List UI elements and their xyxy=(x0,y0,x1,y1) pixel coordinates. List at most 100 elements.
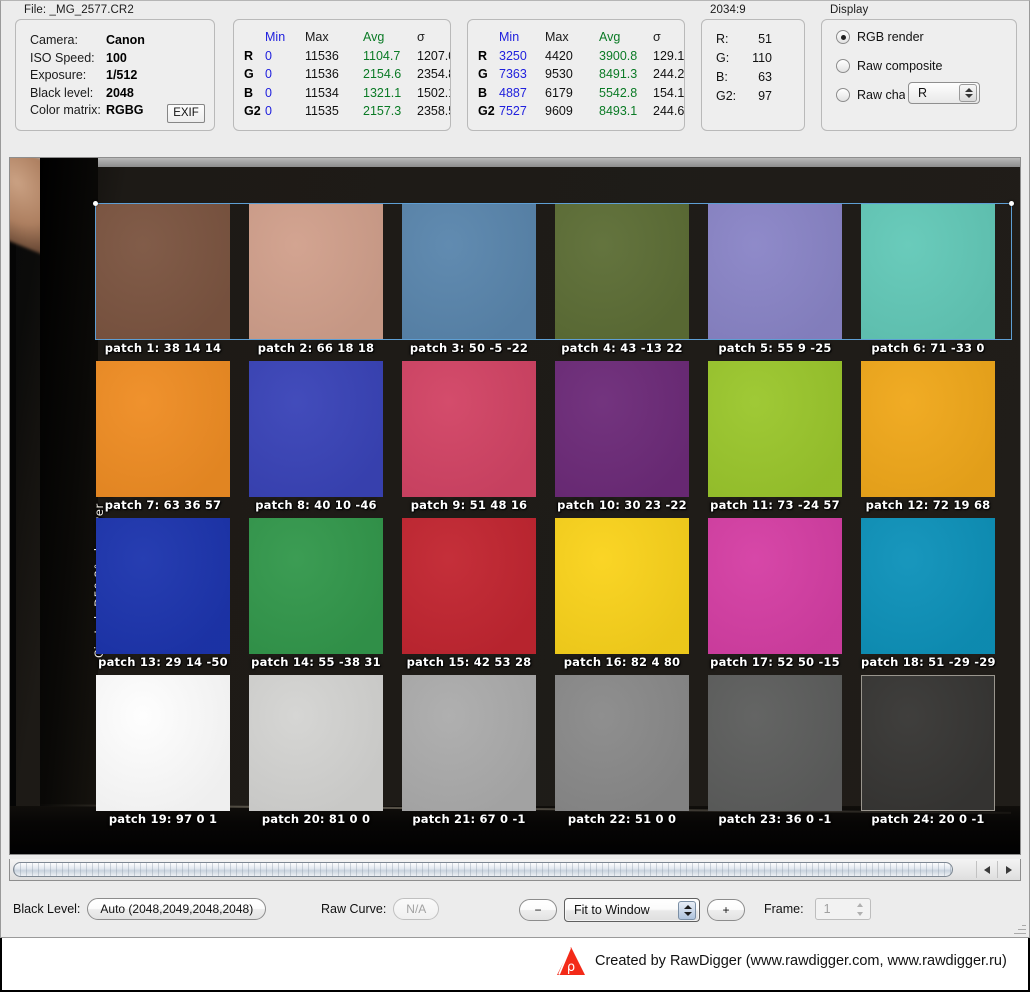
color-matrix-label: Color matrix: xyxy=(30,103,101,117)
patch-label: patch 13: 29 14 -50 xyxy=(98,655,228,669)
color-patch-14[interactable]: patch 14: 55 -38 31 xyxy=(249,518,383,669)
raw-channel-select[interactable]: R xyxy=(908,82,980,104)
selection-stats-row: G 7363 9530 8491.3 244.2 xyxy=(478,65,684,84)
raw-curve-button[interactable]: N/A xyxy=(393,898,440,920)
black-level-button[interactable]: Auto (2048,2049,2048,2048) xyxy=(87,898,267,920)
patch-swatch xyxy=(402,675,536,811)
min-value: 0 xyxy=(265,48,272,63)
raw-curve-label: Raw Curve: xyxy=(321,902,387,916)
color-patch-18[interactable]: patch 18: 51 -29 -29 xyxy=(861,518,995,669)
patch-label: patch 1: 38 14 14 xyxy=(104,341,222,355)
zoom-control: − Fit to Window + xyxy=(519,898,745,922)
color-patch-20[interactable]: patch 20: 81 0 0 xyxy=(249,675,383,826)
max-header: Max xyxy=(305,30,329,44)
scrollbar-thumb[interactable] xyxy=(13,862,953,877)
footer-left-border xyxy=(0,938,2,992)
stepper-icon xyxy=(854,900,868,919)
selection-stats-row: G2 7527 9609 8493.1 244.6 xyxy=(478,102,685,121)
scroll-right-icon[interactable] xyxy=(997,861,1018,878)
patch-label: patch 6: 71 -33 0 xyxy=(871,341,985,355)
radio-raw-channel[interactable]: Raw cha xyxy=(836,88,905,102)
frame-number-input[interactable]: 1 xyxy=(814,898,871,920)
avg-value: 2157.3 xyxy=(363,104,402,118)
color-patch-23[interactable]: patch 23: 36 0 -1 xyxy=(708,675,842,826)
patch-label: patch 17: 52 50 -15 xyxy=(710,655,840,669)
horizontal-scrollbar[interactable] xyxy=(9,859,1021,881)
patch-swatch xyxy=(708,204,842,340)
photo-top-strip xyxy=(10,158,1020,167)
patch-swatch xyxy=(402,361,536,497)
min-value: 7527 xyxy=(499,104,527,118)
sigma-value: 154.1 xyxy=(653,85,685,100)
patch-label: patch 16: 82 4 80 xyxy=(563,655,681,669)
patch-label: patch 15: 42 53 28 xyxy=(406,655,532,669)
color-patch-11[interactable]: patch 11: 73 -24 57 xyxy=(708,361,842,512)
channel-label: G2 xyxy=(244,104,261,118)
sigma-value: 244.6 xyxy=(653,104,685,118)
exif-button[interactable]: EXIF xyxy=(167,104,205,123)
avg-header: Avg xyxy=(599,30,621,44)
raw-channel-value: R xyxy=(918,86,928,100)
color-patch-3[interactable]: patch 3: 50 -5 -22 xyxy=(402,204,536,355)
zoom-level-select[interactable]: Fit to Window xyxy=(564,898,700,922)
color-patch-7[interactable]: patch 7: 63 36 57 xyxy=(96,361,230,512)
color-patch-2[interactable]: patch 2: 66 18 18 xyxy=(249,204,383,355)
patch-swatch xyxy=(96,204,230,340)
patch-swatch xyxy=(249,204,383,340)
patch-label: patch 24: 20 0 -1 xyxy=(871,812,985,826)
color-patch-9[interactable]: patch 9: 51 48 16 xyxy=(402,361,536,512)
color-patch-13[interactable]: patch 13: 29 14 -50 xyxy=(96,518,230,669)
radio-button-icon xyxy=(836,30,850,44)
radio-rgb-render[interactable]: RGB render xyxy=(836,30,924,44)
patch-label: patch 22: 51 0 0 xyxy=(567,812,677,826)
scroll-left-icon[interactable] xyxy=(976,861,997,878)
sigma-value: 1207.0 xyxy=(417,48,450,63)
color-patch-24[interactable]: patch 24: 20 0 -1 xyxy=(861,675,995,826)
color-patch-17[interactable]: patch 17: 52 50 -15 xyxy=(708,518,842,669)
patch-swatch xyxy=(96,518,230,654)
patch-swatch xyxy=(402,204,536,340)
color-patch-6[interactable]: patch 6: 71 -33 0 xyxy=(861,204,995,355)
resize-grip[interactable] xyxy=(1013,922,1026,935)
black-level-label: Black Level: xyxy=(13,902,81,916)
color-patch-1[interactable]: patch 1: 38 14 14 xyxy=(96,204,230,355)
color-patch-12[interactable]: patch 12: 72 19 68 xyxy=(861,361,995,512)
color-patch-16[interactable]: patch 16: 82 4 80 xyxy=(555,518,689,669)
patch-label: patch 23: 36 0 -1 xyxy=(718,812,832,826)
channel-label: R xyxy=(478,48,488,63)
iso-value: 100 xyxy=(106,50,127,65)
color-patch-8[interactable]: patch 8: 40 10 -46 xyxy=(249,361,383,512)
frame-control: Frame: 1 xyxy=(764,898,871,920)
patch-label: patch 18: 51 -29 -29 xyxy=(861,655,996,669)
patch-label: patch 10: 30 23 -22 xyxy=(557,498,687,512)
image-viewport[interactable]: Lab values Cie Lab D50 2° observer valeu… xyxy=(9,157,1021,855)
patch-swatch xyxy=(402,518,536,654)
zoom-in-button[interactable]: + xyxy=(707,899,745,921)
image-stats-group: Image 5202x3465 Min Max Avg σ R 0 11536 … xyxy=(233,19,451,131)
file-info-group: File: _MG_2577.CR2 Camera: Canon ISO Spe… xyxy=(15,4,215,131)
image-stats-table: Min Max Avg σ R 0 11536 1104.7 1207.0 G xyxy=(244,28,450,121)
patch-label: patch 7: 63 36 57 xyxy=(104,498,222,512)
color-patch-4[interactable]: patch 4: 43 -13 22 xyxy=(555,204,689,355)
avg-value: 8491.3 xyxy=(599,67,638,81)
color-patch-5[interactable]: patch 5: 55 9 -25 xyxy=(708,204,842,355)
frame-value: 1 xyxy=(823,902,831,916)
sigma-value: 1502.1 xyxy=(417,85,450,100)
iso-label: ISO Speed: xyxy=(30,50,95,65)
radio-raw-composite[interactable]: Raw composite xyxy=(836,59,942,73)
radio-label: RGB render xyxy=(857,30,924,44)
color-patch-21[interactable]: patch 21: 67 0 -1 xyxy=(402,675,536,826)
zoom-out-button[interactable]: − xyxy=(519,899,557,921)
camera-label: Camera: xyxy=(30,33,78,47)
channel-label: G xyxy=(244,67,254,81)
color-patch-19[interactable]: patch 19: 97 0 1 xyxy=(96,675,230,826)
color-patch-15[interactable]: patch 15: 42 53 28 xyxy=(402,518,536,669)
pixel-value: 63 xyxy=(758,70,772,84)
channel-label: B xyxy=(478,85,488,100)
exposure-value: 1/512 xyxy=(106,68,138,82)
color-patch-10[interactable]: patch 10: 30 23 -22 xyxy=(555,361,689,512)
channel-label: G2 xyxy=(478,104,495,118)
color-patch-22[interactable]: patch 22: 51 0 0 xyxy=(555,675,689,826)
pixel-label: R: xyxy=(716,32,729,46)
patch-label: patch 4: 43 -13 22 xyxy=(561,341,683,355)
